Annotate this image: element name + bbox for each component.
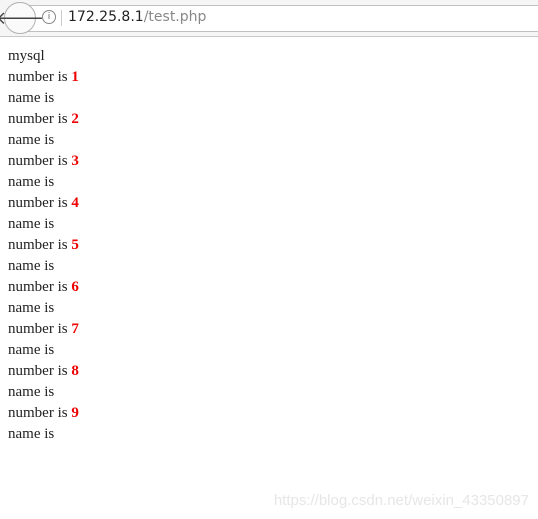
name-line: name is xyxy=(8,216,55,232)
name-line: name is xyxy=(8,174,55,190)
number-line: number is 9 xyxy=(8,403,530,424)
name-line: name is xyxy=(8,384,55,400)
number-value: 6 xyxy=(71,279,79,295)
number-line: number is 2 xyxy=(8,109,530,130)
number-label: number is xyxy=(8,237,72,253)
number-line: number is 8 xyxy=(8,361,530,382)
number-label: number is xyxy=(8,69,72,85)
name-line: name is xyxy=(8,258,55,274)
url-path: /test.php xyxy=(143,9,207,25)
number-value: 9 xyxy=(71,405,79,421)
name-line: name is xyxy=(8,426,55,442)
browser-toolbar: 🡐 i 172.25.8.1/test.php xyxy=(0,0,538,37)
watermark: https://blog.csdn.net/weixin_43350897 xyxy=(273,492,529,509)
number-label: number is xyxy=(8,153,72,169)
page-content: mysql number is 1 name is number is 2 name … xyxy=(0,37,538,454)
arrow-left-icon: 🡐 xyxy=(0,7,45,29)
number-value: 1 xyxy=(71,69,79,85)
number-value: 7 xyxy=(71,321,79,337)
number-value: 4 xyxy=(71,195,79,211)
name-line: name is xyxy=(8,90,55,106)
number-label: number is xyxy=(8,321,72,337)
url-text[interactable]: 172.25.8.1/test.php xyxy=(68,9,206,25)
number-line: number is 3 xyxy=(8,151,530,172)
number-label: number is xyxy=(8,111,72,127)
url-host: 172.25.8.1 xyxy=(68,9,144,25)
number-value: 3 xyxy=(71,153,79,169)
number-line: number is 4 xyxy=(8,193,530,214)
number-value: 2 xyxy=(71,111,79,127)
number-label: number is xyxy=(8,195,72,211)
number-label: number is xyxy=(8,363,72,379)
info-icon[interactable]: i xyxy=(42,10,56,24)
number-label: number is xyxy=(8,405,72,421)
divider xyxy=(61,10,62,26)
number-line: number is 1 xyxy=(8,67,530,88)
number-value: 5 xyxy=(71,237,79,253)
number-value: 8 xyxy=(71,363,79,379)
name-line: name is xyxy=(8,300,55,316)
back-button[interactable]: 🡐 xyxy=(0,2,44,34)
number-line: number is 6 xyxy=(8,277,530,298)
number-line: number is 5 xyxy=(8,235,530,256)
number-label: number is xyxy=(8,279,72,295)
header-text: mysql xyxy=(8,48,45,64)
name-line: name is xyxy=(8,132,55,148)
name-line: name is xyxy=(8,342,55,358)
number-line: number is 7 xyxy=(8,319,530,340)
